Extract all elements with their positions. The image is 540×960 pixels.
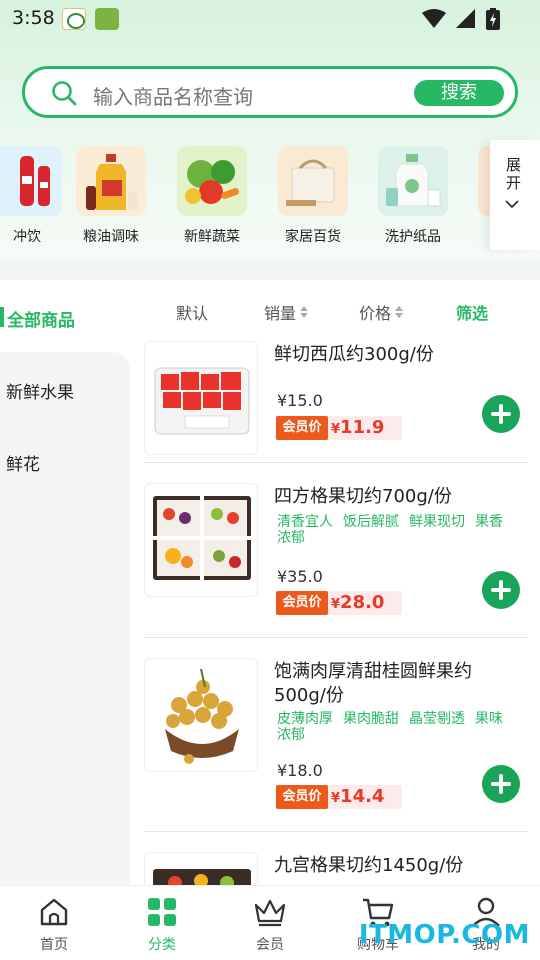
- category-label: 粮油调味: [83, 229, 139, 245]
- product-tag: 皮薄肉厚: [277, 711, 333, 727]
- sort-price-label: 价格: [359, 304, 392, 323]
- sort-arrows-icon: [300, 306, 309, 318]
- vip-currency: ¥: [331, 597, 341, 612]
- notification-app-icon-2: [95, 8, 119, 30]
- vip-label: 会员价: [276, 591, 328, 615]
- vip-price-badge: 会员价 ¥28.0: [276, 591, 402, 615]
- divider: [144, 637, 528, 638]
- product-tag: 鲜果现切: [409, 514, 465, 530]
- tab-label: 首页: [40, 937, 68, 953]
- tab-label: 分类: [148, 937, 176, 953]
- wifi-icon: [422, 9, 446, 28]
- vip-price-value: 11.9: [340, 417, 385, 438]
- divider: [144, 831, 528, 832]
- divider: [144, 462, 528, 463]
- add-to-cart-button[interactable]: [482, 571, 520, 609]
- sort-default[interactable]: 默认: [176, 300, 208, 324]
- tab-home[interactable]: 首页: [0, 894, 108, 954]
- product-image-longan[interactable]: [144, 658, 258, 772]
- product-image-watermelon[interactable]: [144, 341, 258, 455]
- active-indicator: [0, 307, 4, 327]
- sidebar-item-flowers[interactable]: 鲜花: [6, 450, 40, 475]
- product-tag: 晶莹剔透: [409, 711, 465, 727]
- product-tag: 果肉脆甜: [343, 711, 399, 727]
- product-price: ¥18.0: [277, 761, 323, 780]
- status-time: 3:58: [12, 7, 55, 29]
- category-sidebar: 全部商品 新鲜水果 鲜花: [0, 280, 130, 885]
- drink-icon: [0, 146, 62, 216]
- notification-app-icon: [62, 8, 86, 30]
- vip-price-badge: 会员价 ¥11.9: [276, 416, 402, 440]
- battery-icon: [486, 8, 500, 30]
- vip-price-value: 28.0: [340, 592, 385, 613]
- category-item-personal-care[interactable]: 洗护纸品: [363, 146, 463, 246]
- sort-price[interactable]: 价格: [359, 300, 404, 324]
- expand-label: 展开: [506, 156, 522, 192]
- tab-label: 会员: [256, 937, 284, 953]
- category-item-grain-oil[interactable]: 粮油调味: [61, 146, 161, 246]
- sidebar-item-label: 全部商品: [7, 311, 75, 331]
- category-label: 新鲜蔬菜: [184, 229, 240, 245]
- status-bar: 3:58: [0, 0, 540, 40]
- vip-price: ¥14.4: [331, 786, 384, 807]
- search-icon: [52, 81, 77, 106]
- product-name[interactable]: 鲜切西瓜约300g/份: [274, 343, 514, 367]
- product-name[interactable]: 饱满肉厚清甜桂圆鲜果约500g/份: [274, 660, 514, 708]
- storage-box-icon: [278, 146, 348, 216]
- vip-price-badge: 会员价 ¥14.4: [276, 785, 402, 809]
- category-item-vegetables[interactable]: 新鲜蔬菜: [162, 146, 262, 246]
- crown-icon: [254, 899, 286, 927]
- add-to-cart-button[interactable]: [482, 395, 520, 433]
- filter-button[interactable]: 筛选: [456, 300, 488, 324]
- vip-price: ¥11.9: [331, 417, 384, 438]
- sort-bar: 默认 销量 价格 筛选: [130, 290, 540, 330]
- detergent-icon: [378, 146, 448, 216]
- product-image-fruit-box[interactable]: [144, 483, 258, 597]
- vegetables-icon: [177, 146, 247, 216]
- chevron-down-icon: [505, 200, 519, 209]
- category-strip[interactable]: 冲饮 粮油调味 新鲜蔬菜 家居百货 洗护纸品 厨: [0, 140, 540, 250]
- product-list[interactable]: 鲜切西瓜约300g/份 ¥15.0 会员价 ¥11.9 四方格果切约700g/份…: [140, 335, 540, 885]
- search-input[interactable]: 输入商品名称查询: [93, 81, 253, 110]
- sort-default-label: 默认: [176, 304, 209, 323]
- product-tags: 清香宜人 饭后解腻 鲜果现切 果香浓郁: [277, 514, 507, 546]
- product-name[interactable]: 四方格果切约700g/份: [274, 485, 514, 509]
- vip-price: ¥28.0: [331, 592, 384, 613]
- product-price: ¥15.0: [277, 391, 323, 410]
- vip-currency: ¥: [331, 422, 341, 437]
- vip-label: 会员价: [276, 785, 328, 809]
- section-divider: [0, 260, 540, 280]
- tab-category[interactable]: 分类: [108, 894, 216, 954]
- tab-member[interactable]: 会员: [216, 894, 324, 954]
- product-tag: 清香宜人: [277, 514, 333, 530]
- search-bar[interactable]: 输入商品名称查询 搜索: [22, 66, 518, 118]
- search-button[interactable]: 搜索: [414, 80, 504, 106]
- product-image-fruit-platter[interactable]: [144, 852, 258, 885]
- add-to-cart-button[interactable]: [482, 765, 520, 803]
- signal-icon: [456, 9, 475, 28]
- oil-bottle-icon: [76, 146, 146, 216]
- category-grid-icon: [148, 898, 176, 926]
- category-label: 家居百货: [285, 229, 341, 245]
- vip-price-value: 14.4: [340, 786, 385, 807]
- product-price: ¥35.0: [277, 567, 323, 586]
- home-icon: [40, 898, 68, 926]
- sidebar-item-fresh-fruit[interactable]: 新鲜水果: [6, 378, 74, 403]
- vip-currency: ¥: [331, 791, 341, 806]
- product-name[interactable]: 九宫格果切约1450g/份: [274, 854, 514, 878]
- sort-sales-label: 销量: [264, 304, 297, 323]
- product-tags: 皮薄肉厚 果肉脆甜 晶莹剔透 果味浓郁: [277, 711, 507, 743]
- category-label: 洗护纸品: [385, 229, 441, 245]
- filter-label: 筛选: [456, 304, 489, 323]
- sort-sales[interactable]: 销量: [264, 300, 309, 324]
- expand-categories-button[interactable]: 展开: [490, 140, 540, 250]
- product-tag: 饭后解腻: [343, 514, 399, 530]
- sort-arrows-icon: [395, 306, 404, 318]
- sidebar-list: 新鲜水果 鲜花: [0, 352, 130, 885]
- category-item-household[interactable]: 家居百货: [263, 146, 363, 246]
- watermark: ITMOP.COM: [358, 920, 530, 950]
- vip-label: 会员价: [276, 416, 328, 440]
